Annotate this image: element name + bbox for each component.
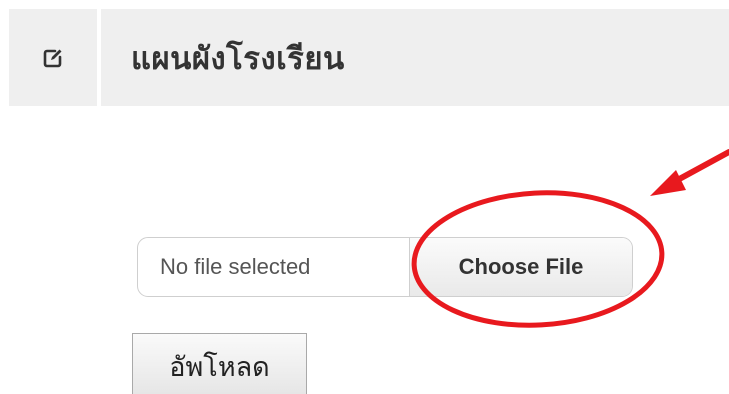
upload-button[interactable]: อัพโหลด xyxy=(132,333,307,394)
header-title-cell: แผนผังโรงเรียน xyxy=(101,9,729,106)
edit-icon xyxy=(43,48,63,68)
file-name-display: No file selected xyxy=(138,238,410,296)
choose-file-button[interactable]: Choose File xyxy=(410,238,632,296)
file-input[interactable]: No file selected Choose File xyxy=(137,237,633,297)
header-icon-cell xyxy=(9,9,97,106)
annotation-arrow-line xyxy=(669,149,729,186)
annotation-arrow-head xyxy=(650,170,686,196)
page: แผนผังโรงเรียน No file selected Choose F… xyxy=(0,0,729,394)
page-title: แผนผังโรงเรียน xyxy=(131,40,345,77)
section-header: แผนผังโรงเรียน xyxy=(9,9,729,106)
